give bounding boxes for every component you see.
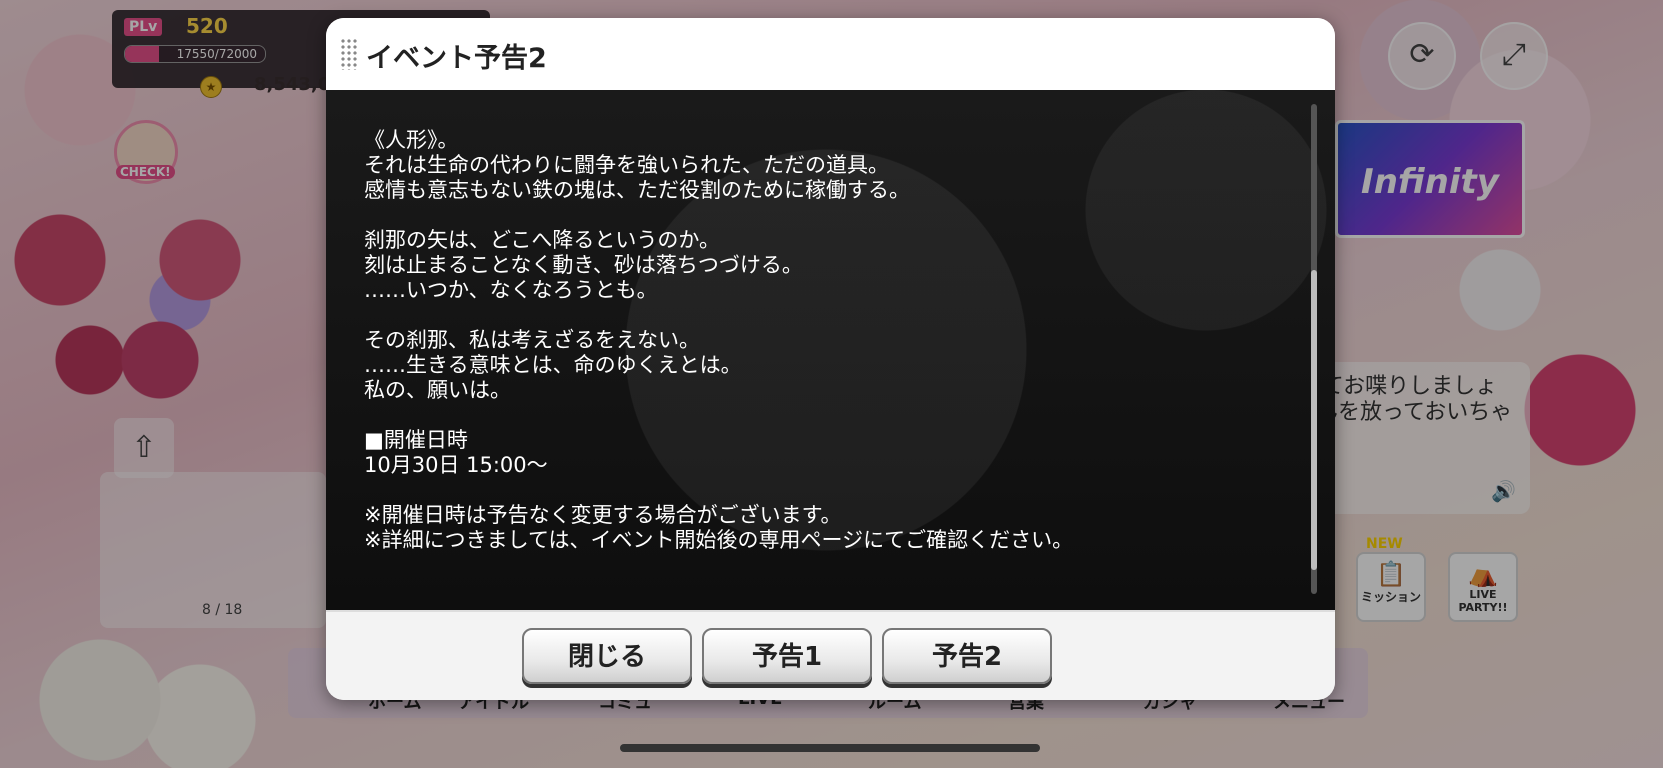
announcement-line: 刹那の矢は、どこへ降るというのか。: [364, 228, 720, 252]
line-gap: [364, 478, 1295, 503]
announcement-line: ■開催日時: [364, 428, 468, 452]
dialog-title: イベント予告2: [366, 43, 547, 74]
announcement-line: 感情も意志もない鉄の塊は、ただ役割のために稼働する。: [364, 178, 910, 202]
dialog-footer: 閉じる 予告1 予告2: [326, 610, 1335, 700]
home-indicator[interactable]: [620, 744, 1040, 752]
dialog-title-bar: イベント予告2: [326, 18, 1335, 92]
close-button[interactable]: 閉じる: [522, 628, 692, 684]
announcement-line: ※詳細につきましては、イベント開始後の専用ページにてご確認ください。: [364, 528, 1074, 552]
announcement-line: それは生命の代わりに闘争を強いられた、ただの道具。: [364, 153, 889, 177]
scrollbar-thumb[interactable]: [1311, 270, 1317, 570]
event-preview-dialog: イベント予告2 《人形》。 それは生命の代わりに闘争を強いられた、ただの道具。 感情…: [326, 18, 1335, 700]
preview2-button[interactable]: 予告2: [882, 628, 1052, 684]
dialog-body[interactable]: 《人形》。 それは生命の代わりに闘争を強いられた、ただの道具。 感情も意志もない鉄の…: [326, 90, 1335, 610]
line-gap: [364, 303, 1295, 328]
announcement-line: 10月30日 15:00〜: [364, 453, 548, 477]
announcement-line: ……いつか、なくなろうとも。: [364, 278, 658, 302]
line-gap: [364, 403, 1295, 428]
announcement-text: 《人形》。 それは生命の代わりに闘争を強いられた、ただの道具。 感情も意志もない鉄の…: [364, 128, 1295, 553]
announcement-line: ……生きる意味とは、命のゆくえとは。: [364, 353, 742, 377]
announcement-line: 私の、願いは。: [364, 378, 511, 402]
grip-icon: [340, 38, 358, 70]
announcement-line: 《人形》。: [364, 128, 459, 152]
preview1-button[interactable]: 予告1: [702, 628, 872, 684]
announcement-line: 刻は止まることなく動き、砂は落ちつづける。: [364, 253, 803, 277]
line-gap: [364, 203, 1295, 228]
announcement-line: ※開催日時は予告なく変更する場合がございます。: [364, 503, 842, 527]
announcement-line: その刹那、私は考えざるをえない。: [364, 328, 700, 352]
